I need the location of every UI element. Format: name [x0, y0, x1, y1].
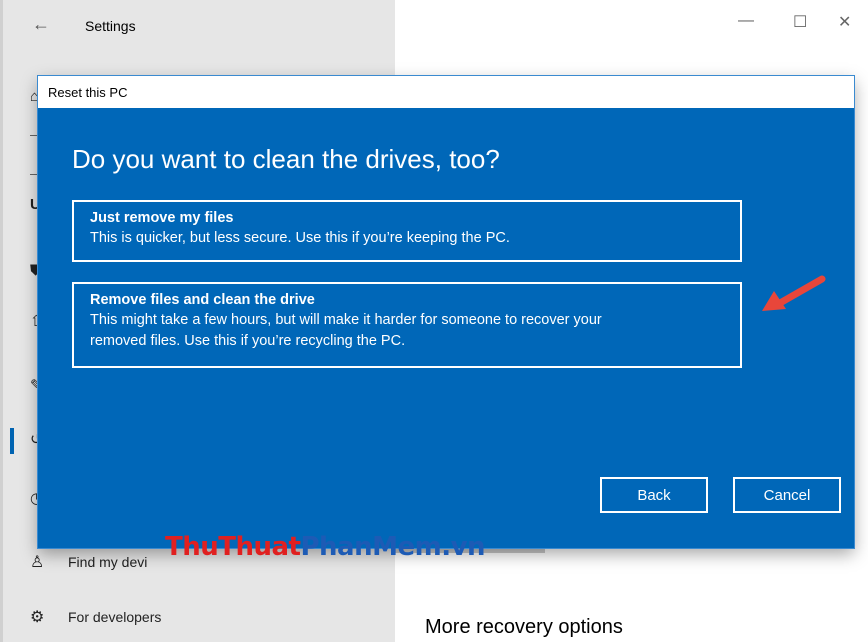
- sidebar-item-find-my-device[interactable]: ♙ Find my devi: [30, 550, 147, 574]
- back-arrow-icon[interactable]: ←: [32, 14, 50, 35]
- dialog-titlebar: Reset this PC: [38, 76, 854, 108]
- option-description: This is quicker, but less secure. Use th…: [90, 230, 510, 246]
- more-recovery-heading: More recovery options: [425, 616, 623, 638]
- sidebar-item-label: For developers: [68, 609, 162, 625]
- back-button[interactable]: Back: [600, 477, 708, 513]
- option-description-line-2: removed files. Use this if you’re recycl…: [90, 333, 406, 349]
- sidebar-item-for-developers[interactable]: ⚙ For developers: [30, 605, 161, 629]
- reset-pc-dialog: Reset this PC Do you want to clean the d…: [38, 76, 854, 548]
- just-remove-files-option[interactable]: Just remove my files This is quicker, bu…: [72, 200, 742, 262]
- window-edge: [0, 0, 3, 642]
- arrow-pointer-icon: [762, 275, 826, 311]
- cancel-button[interactable]: Cancel: [733, 477, 841, 513]
- option-title: Remove files and clean the drive: [90, 292, 315, 308]
- find-device-icon: ♙: [30, 554, 45, 571]
- selected-indicator: [10, 428, 14, 454]
- dialog-heading: Do you want to clean the drives, too?: [72, 144, 500, 174]
- close-icon[interactable]: ✕: [838, 12, 851, 32]
- watermark-part-1: ThuThuat: [165, 532, 301, 562]
- watermark-part-2: PhanMem.vn: [300, 532, 486, 562]
- sidebar-item-label: Find my devi: [68, 554, 148, 570]
- minimize-icon[interactable]: —: [738, 12, 754, 30]
- watermark-logo: ThuThuatPhanMem.vn: [165, 532, 486, 562]
- option-description-line-1: This might take a few hours, but will ma…: [90, 312, 602, 328]
- developers-icon: ⚙: [30, 609, 45, 626]
- window-title: Settings: [85, 18, 136, 34]
- dialog-title: Reset this PC: [48, 85, 128, 100]
- maximize-icon[interactable]: ☐: [793, 12, 807, 32]
- option-title: Just remove my files: [90, 210, 234, 226]
- clean-drive-option[interactable]: Remove files and clean the drive This mi…: [72, 282, 742, 368]
